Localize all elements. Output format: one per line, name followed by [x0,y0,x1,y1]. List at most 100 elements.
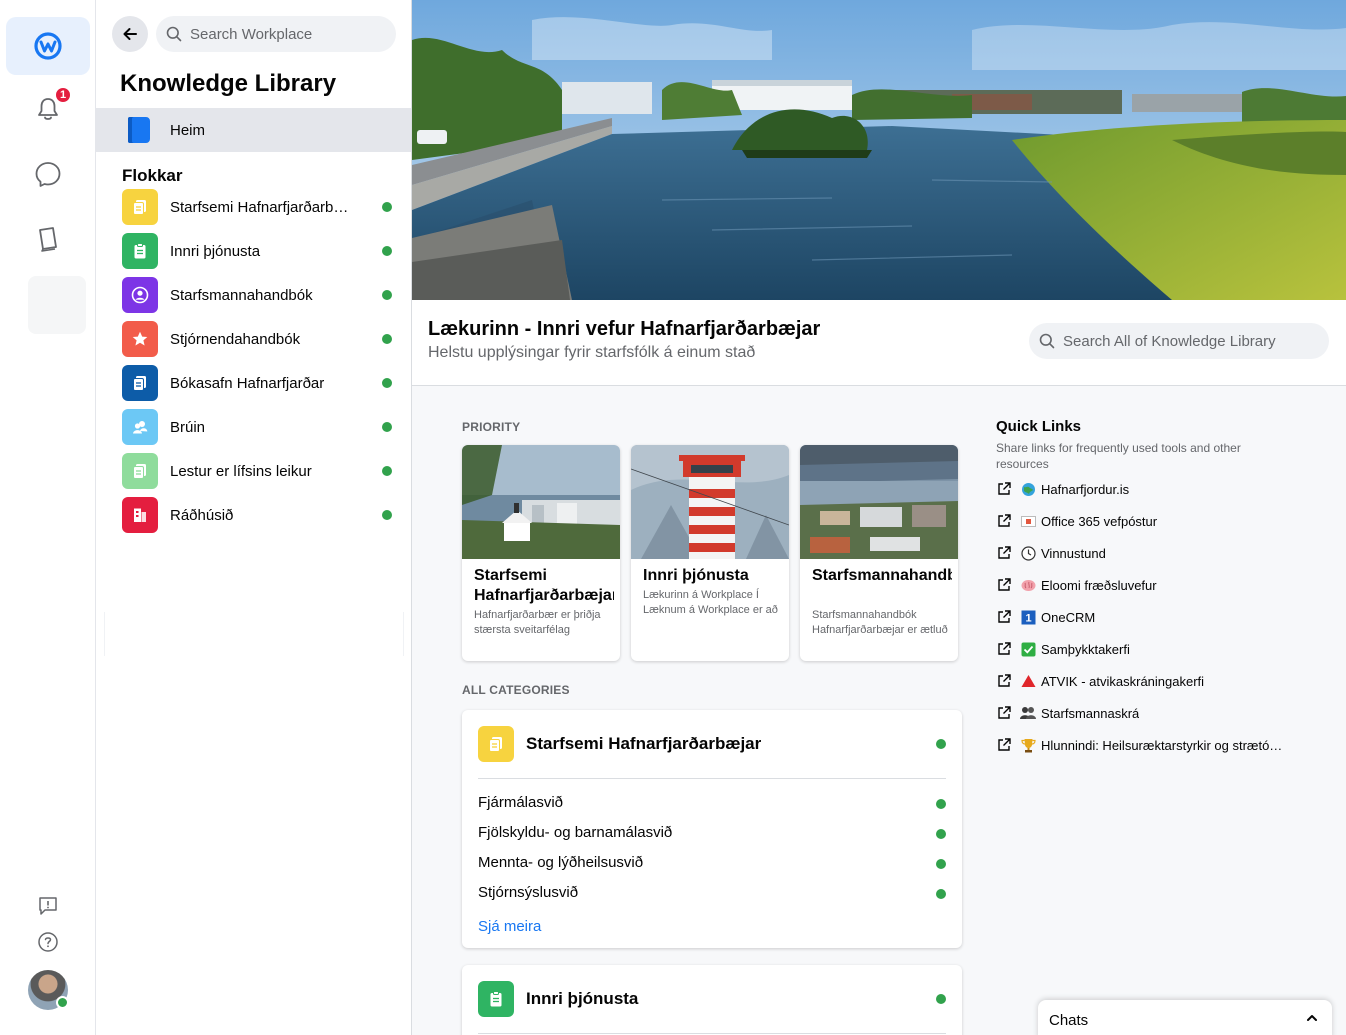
chevron-up-icon [1307,1015,1317,1021]
priority-card[interactable]: Starfsmannahandbók Starfsmannahandbók Ha… [800,445,958,661]
mail-icon [1020,513,1036,529]
quick-links-description: Share links for frequently used tools an… [996,441,1241,471]
quick-link[interactable]: Starfsmannaskrá [996,703,1296,723]
chat-bubble-icon [35,162,61,187]
rail-placeholder [28,276,86,334]
subcategory-label: Mennta- og lýðheilsusvið [478,854,644,871]
quick-link[interactable]: Hlunnindi: Heilsuræktarstyrkir og strætó… [996,735,1296,755]
category-card-title: Starfsemi Hafnarfjarðarbæjar [526,734,762,753]
card-title: Starfsmannahandbók [812,567,952,584]
priority-card[interactable]: Innri þjónusta Lækurinn á Workplace Í Læ… [631,445,789,661]
card-title: Starfsemi Hafnarfjarðarbæjar [474,567,614,604]
star-icon [132,331,148,346]
pages-icon [133,376,146,391]
trophy-icon [1020,737,1036,753]
category-icon [122,233,158,269]
quick-link[interactable]: Eloomi fræðsluvefur [996,575,1296,595]
category-label: Brúin [170,418,206,436]
category-icon [122,497,158,533]
category-label: Starfsemi Hafnarfjarðarbæjar [170,198,352,216]
external-link-icon [996,641,1014,657]
sidebar-category-item[interactable]: Starfsemi Hafnarfjarðarbæjar [122,189,402,225]
category-card-title: Innri þjónusta [526,989,639,1008]
quick-link[interactable]: Hafnarfjordur.is [996,479,1296,499]
quick-link[interactable]: ATVIK - atvikaskráningakerfi [996,671,1296,691]
library-header: Lækurinn - Innri vefur Hafnarfjarðarbæja… [412,300,1346,386]
category-card-header[interactable]: Innri þjónusta [478,981,946,1017]
external-link-icon [996,545,1014,561]
search-placeholder: Search All of Knowledge Library [1063,332,1276,350]
lighthouse-image [631,445,789,559]
status-dot [936,889,946,899]
sidebar-category-item[interactable]: Ráðhúsið [122,497,402,533]
chats-label: Chats [1049,1011,1089,1029]
status-dot [382,378,392,388]
status-dot [936,994,946,1004]
notifications-button[interactable]: 1 [6,80,90,138]
subcategory-item[interactable]: Mennta- og lýðheilsusvið [478,854,946,874]
back-button[interactable] [112,16,148,52]
workplace-search-input[interactable]: Search Workplace [156,16,396,52]
card-thumbnail [631,445,789,559]
card-title: Innri þjónusta [643,567,749,584]
sidebar-category-item[interactable]: Lestur er lífsins leikur [122,453,402,489]
subcategory-label: Fjölskyldu- og barnamálasvið [478,824,673,841]
clipboard-icon [134,243,146,259]
category-card-header[interactable]: Starfsemi Hafnarfjarðarbæjar [478,726,946,762]
knowledge-library-button[interactable] [6,210,90,268]
status-dot [382,422,392,432]
chat-button[interactable] [6,146,90,204]
category-label: Innri þjónusta [170,242,261,260]
quick-link[interactable]: 1 OneCRM [996,607,1296,627]
book-icon [39,227,57,252]
subcategory-item[interactable]: Stjórnsýslusvið [478,884,946,904]
divider [478,778,946,779]
quick-link[interactable]: Samþykktakerfi [996,639,1296,659]
quick-link-label: Samþykktakerfi [1041,641,1130,657]
status-dot [936,799,946,809]
sidebar-category-item[interactable]: Bókasafn Hafnarfjarðar [122,365,402,401]
category-label: Ráðhúsið [170,506,234,524]
status-dot [936,739,946,749]
subcategory-label: Stjórnsýslusvið [478,884,579,901]
sidebar-category-item[interactable]: Brúin [122,409,402,445]
see-more-link[interactable]: Sjá meira [478,918,541,935]
sidebar-category-item[interactable]: Stjórnendahandbók [122,321,402,357]
feedback-icon [39,897,57,915]
sidebar-category-item[interactable]: Innri þjónusta [122,233,402,269]
page-subtitle: Helstu upplýsingar fyrir starfsfólk á ei… [428,344,756,361]
quick-link[interactable]: Office 365 vefpóstur [996,511,1296,531]
categories-heading: Flokkar [122,166,183,185]
all-categories-label: ALL CATEGORIES [462,683,570,697]
search-placeholder: Search Workplace [190,25,313,43]
subcategory-item[interactable]: Fjármálasvið [478,794,946,814]
status-dot [382,290,392,300]
category-icon [478,726,514,762]
priority-card[interactable]: Starfsemi Hafnarfjarðarbæjar Hafnarfjarð… [462,445,620,661]
subcategory-item[interactable]: Fjölskyldu- og barnamálasvið [478,824,946,844]
sidebar-category-item[interactable]: Starfsmannahandbók [122,277,402,313]
sidebar-item-home[interactable]: Heim [96,108,411,152]
category-card: Innri þjónusta [462,965,962,1035]
quick-link-label: Vinnustund [1041,545,1106,561]
external-link-icon [996,737,1014,753]
category-icon [122,277,158,313]
knowledge-library-search-input[interactable]: Search All of Knowledge Library [1029,323,1329,359]
page-title: Lækurinn - Innri vefur Hafnarfjarðarbæja… [428,318,821,340]
card-description: Lækurinn á Workplace Í Læknum á Workplac… [643,589,778,616]
pages-icon [489,737,502,752]
workplace-logo-button[interactable] [6,17,90,75]
chats-bar[interactable]: Chats [1038,1000,1332,1035]
search-icon [1039,333,1055,349]
category-label: Stjórnendahandbók [170,330,301,348]
main-content: Lækurinn - Innri vefur Hafnarfjarðarbæja… [412,0,1346,1035]
sidebar-title: Knowledge Library [120,70,337,97]
feedback-button[interactable] [36,894,60,918]
category-card: Starfsemi Hafnarfjarðarbæjar Fjármálasvi… [462,710,962,948]
priority-label: PRIORITY [462,420,521,434]
arrow-left-icon [123,28,137,40]
external-link-icon [996,673,1014,689]
help-button[interactable] [36,930,60,954]
card-description: Hafnarfjarðarbær er þriðja stærsta sveit… [474,609,601,636]
quick-link[interactable]: Vinnustund [996,543,1296,563]
